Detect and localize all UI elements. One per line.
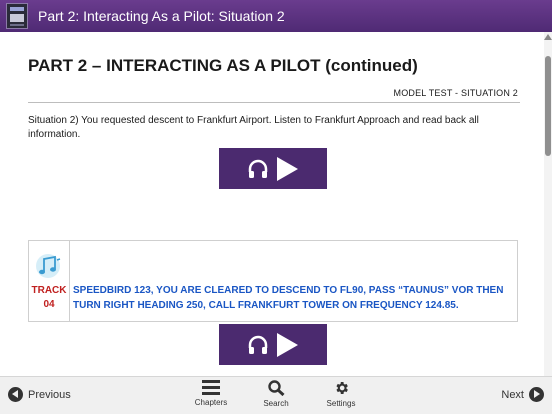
track-transcript: SPEEDBIRD 123, YOU ARE CLEARED TO DESCEN… [73,285,504,311]
circle-arrow-right-icon [529,387,544,402]
settings-button[interactable]: Settings [316,380,366,408]
window-title: Part 2: Interacting As a Pilot: Situatio… [38,8,285,24]
bottom-toolbar: Previous Chapters Search Settings Next [0,376,552,414]
track-label: TRACK [31,285,67,296]
search-label: Search [263,399,289,408]
next-button[interactable]: Next [501,387,544,402]
app-icon [6,3,28,29]
play-icon [277,332,298,357]
audio-play-button[interactable] [219,148,327,189]
circle-arrow-left-icon [8,387,23,402]
previous-button[interactable]: Previous [8,387,71,402]
content-area: PART 2 – INTERACTING AS A PILOT (continu… [0,32,544,376]
chapters-button[interactable]: Chapters [186,380,236,407]
page-title: PART 2 – INTERACTING AS A PILOT (continu… [28,56,418,75]
track-panel: TRACK 04 SPEEDBIRD 123, YOU ARE CLEARED … [28,240,518,322]
scroll-thumb[interactable] [545,56,551,156]
vertical-scrollbar[interactable] [544,32,552,376]
previous-label: Previous [28,388,71,401]
search-icon [267,380,285,396]
track-sidebar: TRACK 04 [29,241,70,321]
headphones-icon [248,159,268,178]
page-subtitle: MODEL TEST - SITUATION 2 [393,88,518,98]
headphones-icon [248,335,268,354]
next-label: Next [501,388,524,401]
play-icon [277,156,298,181]
search-button[interactable]: Search [251,380,301,408]
audio-play-button-2[interactable] [219,324,327,365]
menu-icon [202,380,220,395]
scroll-up-arrow[interactable] [544,34,552,40]
divider [28,102,520,103]
chapters-label: Chapters [194,398,228,407]
instruction-text: Situation 2) You requested descent to Fr… [28,115,479,140]
gear-icon [335,382,348,394]
title-bar: Part 2: Interacting As a Pilot: Situatio… [0,0,552,32]
music-note-icon [36,254,61,278]
track-number: 04 [43,299,55,310]
settings-label: Settings [326,399,356,408]
